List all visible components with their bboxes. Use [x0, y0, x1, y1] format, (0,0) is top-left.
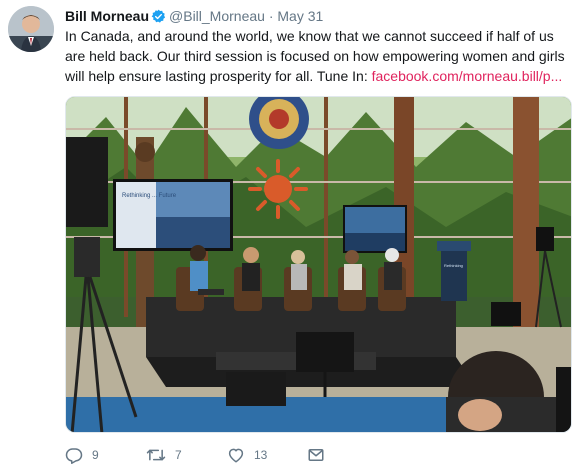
retweet-button[interactable]: 7	[146, 444, 182, 466]
event-photo: Rethinking ... Future Rethinking	[66, 97, 571, 432]
reply-icon	[65, 448, 83, 464]
avatar[interactable]	[8, 6, 54, 52]
reply-count: 9	[92, 448, 99, 462]
tweet-date[interactable]: May 31	[277, 8, 323, 24]
header-separator: ·	[268, 8, 274, 24]
tweet-photo[interactable]: Rethinking ... Future Rethinking	[65, 96, 572, 433]
reply-button[interactable]: 9	[65, 444, 99, 466]
screen-label: Rethinking ... Future	[122, 193, 177, 199]
heart-icon	[228, 448, 244, 463]
like-count: 13	[254, 448, 268, 462]
tweet-text: In Canada, and around the world, we know…	[65, 26, 570, 86]
direct-message-button[interactable]	[307, 444, 325, 466]
author-name[interactable]: Bill Morneau	[65, 8, 149, 24]
author-handle[interactable]: @Bill_Morneau	[169, 8, 265, 24]
podium-label: Rethinking	[444, 263, 463, 268]
retweet-icon	[146, 449, 166, 461]
tweet-header: Bill Morneau @Bill_Morneau · May 31	[65, 7, 323, 25]
tweet: Bill Morneau @Bill_Morneau · May 31 In Ca…	[0, 0, 577, 476]
envelope-icon	[308, 449, 324, 461]
like-button[interactable]: 13	[227, 444, 267, 466]
person-avatar-icon	[8, 6, 54, 52]
tweet-link[interactable]: facebook.com/morneau.bill/p...	[372, 68, 563, 84]
retweet-count: 7	[175, 448, 182, 462]
sun-sculpture-icon	[248, 159, 308, 219]
